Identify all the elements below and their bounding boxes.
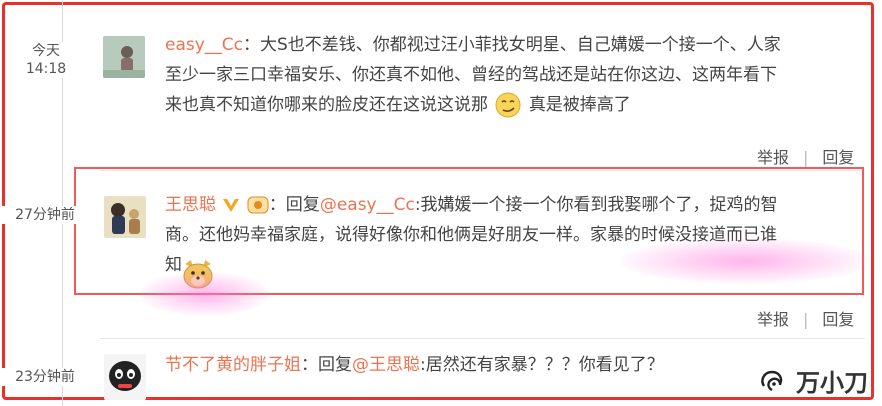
username-link[interactable]: 王思聪 [165, 195, 216, 215]
highlight-glow [620, 238, 870, 284]
comment-actions: 举报 | 回复 [757, 306, 854, 330]
avatar-image-icon [104, 354, 146, 400]
vip-badge-icon [247, 196, 269, 214]
mention-link[interactable]: @easy__Cc [320, 195, 415, 215]
wechat-channel-icon [761, 370, 783, 391]
comment-body: easy__Cc：大S也不差钱、你都视过汪小菲找女明星、自己媾媛一个接一个、人家… [165, 30, 865, 120]
comment-time: 27分钟前 [2, 206, 88, 224]
report-button[interactable]: 举报 [757, 144, 789, 168]
smirk-emoji-icon [495, 92, 521, 118]
highlight-glow [140, 272, 270, 316]
watermark: 万小刀 [758, 363, 868, 398]
avatar[interactable] [104, 196, 146, 238]
avatar-image-icon [104, 196, 146, 238]
avatar[interactable] [104, 354, 146, 400]
username-link[interactable]: easy__Cc [165, 35, 243, 55]
mention-link[interactable]: @王思聪 [352, 355, 420, 375]
comment-time: 今天 14:18 [22, 42, 70, 78]
comment-actions: 举报 | 回复 [757, 144, 854, 168]
divider: | [803, 148, 809, 167]
divider: | [803, 310, 809, 329]
avatar[interactable] [103, 36, 145, 78]
reply-button[interactable]: 回复 [822, 144, 854, 168]
report-button[interactable]: 举报 [757, 306, 789, 330]
username-link[interactable]: 节不了黄的胖子姐 [165, 355, 301, 375]
avatar-image-icon [103, 36, 145, 78]
comment-body: 节不了黄的胖子姐：回复@王思聪:居然还有家暴？？？你看见了？ [165, 355, 664, 375]
verified-v-icon [223, 199, 240, 212]
divider [100, 338, 865, 339]
reply-button[interactable]: 回复 [822, 306, 854, 330]
comment-time: 23分钟前 [2, 368, 88, 386]
